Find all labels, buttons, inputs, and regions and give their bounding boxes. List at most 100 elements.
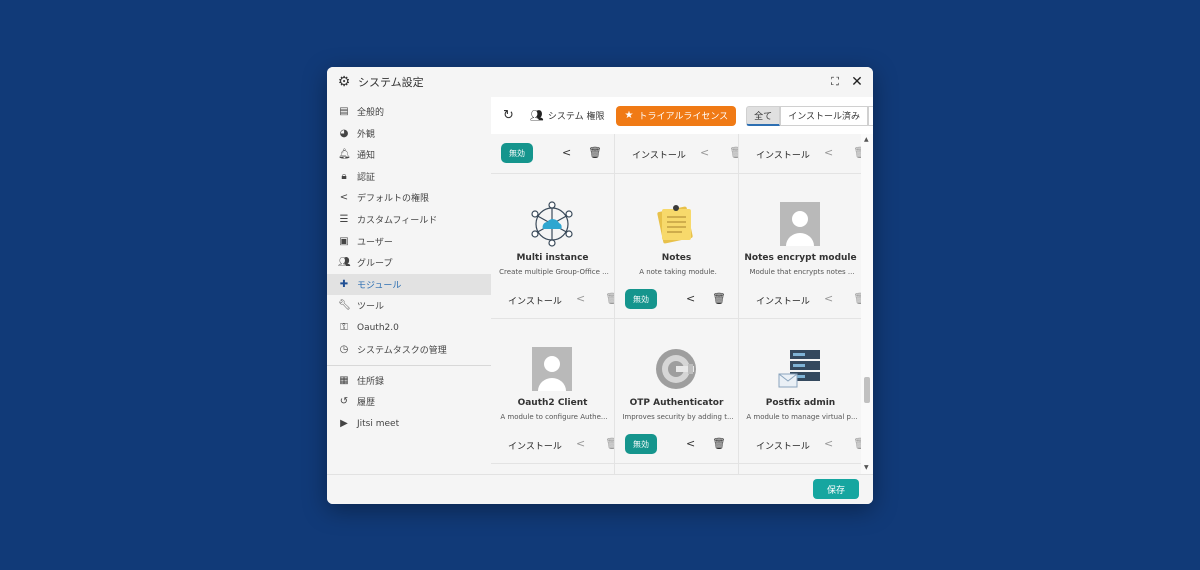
sidebar-item-custom-fields[interactable]: ☰ カスタムフィールド (327, 209, 491, 230)
module-actions: インストール < 🗑︎ (615, 142, 743, 166)
install-button[interactable]: インストール (756, 294, 810, 307)
sidebar-item-address-book[interactable]: ▦ 住所録 (327, 370, 491, 391)
bell-icon: 🔔︎ (338, 149, 351, 160)
list-icon: ☰ (339, 214, 349, 225)
module-description: Module that encrypts notes ... (749, 268, 855, 276)
sidebar-item-tools[interactable]: 🔧︎ ツール (327, 295, 491, 316)
sidebar-item-label: システムタスクの管理 (357, 346, 447, 356)
sidebar-item-groups[interactable]: 👥︎ グループ (327, 252, 491, 273)
tab-installed[interactable]: インストール済み (780, 105, 869, 126)
maximize-icon[interactable]: ⛶ (828, 75, 842, 89)
trash-icon[interactable]: 🗑︎ (588, 146, 602, 159)
sidebar-item-default-permissions[interactable]: < デフォルトの権限 (327, 187, 491, 208)
share-icon[interactable]: < (700, 146, 709, 159)
sidebar-item-label: カスタムフィールド (357, 216, 438, 226)
refresh-icon[interactable]: ↻ (503, 108, 514, 123)
share-icon[interactable]: < (824, 292, 833, 305)
share-icon[interactable]: < (824, 437, 833, 450)
system-permissions-label: システム 権限 (547, 112, 605, 122)
module-card: インストール < 🗑︎ (739, 134, 867, 173)
sidebar-item-notifications[interactable]: 🔔︎ 通知 (327, 144, 491, 165)
network-cloud-logo (522, 199, 582, 249)
sidebar-item-system-tasks[interactable]: ◷ システムタスクの管理 (327, 339, 491, 360)
module-name: Postfix admin (765, 398, 836, 408)
puzzle-icon: ✚ (339, 279, 349, 290)
sidebar-item-users[interactable]: ▣ ユーザー (327, 231, 491, 252)
gear-icon: ⚙ (337, 74, 351, 90)
sidebar-item-appearance[interactable]: ◕ 外観 (327, 123, 491, 144)
install-button[interactable]: インストール (632, 148, 686, 161)
system-permissions-button[interactable]: 👥︎ システム 権限 (530, 109, 605, 122)
disabled-toggle-button[interactable]: 無効 (501, 143, 533, 163)
tab-all[interactable]: 全て (746, 105, 781, 126)
placeholder-person-logo (770, 199, 830, 249)
module-actions: 無効 < 🗑︎ (491, 142, 614, 166)
contact-card-icon: ▣ (339, 236, 349, 247)
share-icon[interactable]: < (686, 437, 695, 450)
share-icon[interactable]: < (576, 292, 585, 305)
modules-toolbar: ↻ 👥︎ システム 権限 ★ トライアルライセンス 全て インストール済み 利用 (491, 97, 873, 134)
grid-divider (491, 173, 861, 174)
sidebar-item-label: ツール (357, 302, 385, 312)
save-button[interactable]: 保存 (813, 479, 859, 499)
install-button[interactable]: インストール (756, 148, 810, 161)
module-card (739, 464, 861, 474)
server-mail-logo (770, 344, 830, 394)
sidebar-item-label: デフォルトの権限 (357, 194, 430, 204)
module-card-notes: Notes A note taking module. 無効 < 🗑︎ (615, 174, 738, 318)
install-button[interactable]: インストール (756, 439, 810, 452)
trash-icon[interactable]: 🗑︎ (712, 437, 726, 450)
trash-icon[interactable]: 🗑︎ (712, 292, 726, 305)
sidebar-item-history[interactable]: ↺ 履歴 (327, 391, 491, 412)
sidebar-item-label: Jitsi meet (357, 418, 400, 429)
sidebar-item-label: 通知 (357, 151, 376, 161)
trial-license-label: トライアルライセンス (638, 112, 729, 122)
module-description: Improves security by adding t... (622, 413, 734, 421)
module-card (615, 464, 738, 474)
history-icon: ↺ (339, 396, 349, 407)
sidebar-item-general[interactable]: ▤ 全般的 (327, 101, 491, 122)
module-card: インストール < 🗑︎ (615, 134, 743, 173)
sidebar-item-authentication[interactable]: 🔒︎ 認証 (327, 166, 491, 187)
module-description: Create multiple Group-Office ... (499, 268, 609, 276)
placeholder-person-logo (522, 344, 582, 394)
settings-sidebar: ▤ 全般的 ◕ 外観 🔔︎ 通知 🔒︎ 認証 < デフォルトの権限 ☰ カスタム… (327, 97, 491, 474)
video-icon: ▶ (340, 418, 348, 429)
scrollbar-thumb[interactable] (864, 377, 870, 403)
scroll-up-icon[interactable]: ▲ (864, 136, 869, 143)
share-icon[interactable]: < (576, 437, 585, 450)
star-icon: ★ (624, 110, 634, 121)
disabled-toggle-button[interactable]: 無効 (625, 434, 657, 454)
module-actions: インストール < 🗑︎ (739, 433, 867, 457)
close-icon[interactable]: ✕ (850, 74, 864, 90)
module-card (491, 464, 614, 474)
sidebar-item-label: Oauth2.0 (357, 322, 399, 333)
dialog-title: システム設定 (358, 76, 424, 89)
modules-panel: ↻ 👥︎ システム 権限 ★ トライアルライセンス 全て インストール済み 利用… (491, 97, 873, 474)
share-icon[interactable]: < (824, 146, 833, 159)
lock-icon: 🔒︎ (341, 171, 347, 182)
sidebar-item-label: ユーザー (357, 238, 393, 248)
sidebar-item-label: グループ (357, 259, 393, 269)
document-icon: ▤ (339, 106, 349, 117)
sidebar-item-oauth2[interactable]: ⚿ Oauth2.0 (327, 317, 491, 338)
sidebar-item-modules[interactable]: ✚ モジュール (327, 274, 491, 295)
grid-divider (738, 134, 739, 474)
sidebar-item-label: 履歴 (357, 398, 376, 408)
grid-divider (491, 463, 861, 464)
share-icon[interactable]: < (562, 146, 571, 159)
module-card-notes-encrypt: Notes encrypt module Module that encrypt… (739, 174, 867, 318)
sidebar-item-jitsi-meet[interactable]: ▶ Jitsi meet (327, 413, 491, 434)
disabled-toggle-button[interactable]: 無効 (625, 289, 657, 309)
scroll-down-icon[interactable]: ▼ (864, 464, 869, 471)
grid-divider (614, 134, 615, 474)
modules-scrollbar[interactable]: ▲ ▼ (861, 134, 873, 474)
module-description: A module to configure Authe... (500, 413, 608, 421)
trial-license-button[interactable]: ★ トライアルライセンス (616, 105, 737, 126)
tab-available[interactable]: 利用 (868, 105, 873, 126)
modules-grid: 無効 < 🗑︎ インストール < 🗑︎ インストール < 🗑︎ Multi in… (491, 134, 873, 474)
install-button[interactable]: インストール (508, 439, 562, 452)
share-icon[interactable]: < (686, 292, 695, 305)
install-button[interactable]: インストール (508, 294, 562, 307)
module-actions: 無効 < 🗑︎ (615, 288, 738, 312)
